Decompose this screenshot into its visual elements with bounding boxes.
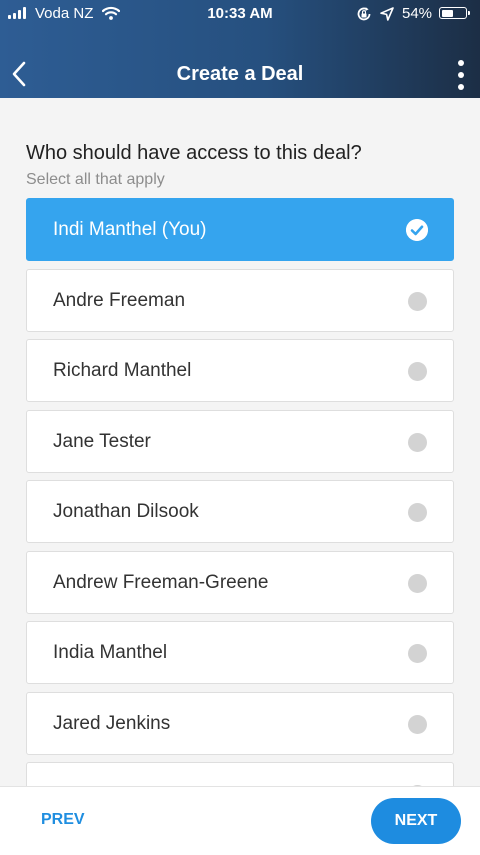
battery-level xyxy=(441,9,454,17)
option-row[interactable]: Jane Tester xyxy=(26,410,454,473)
option-label: Jonathan Dilsook xyxy=(53,501,199,522)
app-header: Voda NZ 10:33 AM 54% Create a Deal xyxy=(0,0,480,98)
battery-percent: 54% xyxy=(402,5,433,22)
option-label: Andrew Freeman-Greene xyxy=(53,572,269,593)
option-label: Andre Freeman xyxy=(53,290,186,311)
option-row[interactable]: Jared Jenkins xyxy=(26,692,454,755)
unselected-radio-icon[interactable] xyxy=(408,362,427,381)
next-button[interactable]: NEXT xyxy=(371,798,461,844)
location-icon xyxy=(380,7,394,21)
status-bar: Voda NZ 10:33 AM 54% xyxy=(0,0,480,28)
prev-button[interactable]: PREV xyxy=(41,811,85,829)
option-label: Indi Manthel (You) xyxy=(53,219,207,240)
unselected-radio-icon[interactable] xyxy=(408,292,427,311)
unselected-radio-icon[interactable] xyxy=(408,574,427,593)
option-label: Jane Tester xyxy=(53,431,151,452)
access-question: Who should have access to this deal? xyxy=(26,142,362,164)
option-row[interactable]: Jonathan Dilsook xyxy=(26,480,454,543)
option-row[interactable]: Andre Freeman xyxy=(26,269,454,332)
option-row[interactable]: Andrew Freeman-Greene xyxy=(26,551,454,614)
orientation-lock-icon xyxy=(357,7,371,21)
unselected-radio-icon[interactable] xyxy=(408,503,427,522)
option-label: Jared Jenkins xyxy=(53,713,171,734)
unselected-radio-icon[interactable] xyxy=(408,644,427,663)
checkmark-icon[interactable] xyxy=(406,219,428,241)
option-label: Richard Manthel xyxy=(53,360,192,381)
option-label: India Manthel xyxy=(53,642,168,663)
page-title: Create a Deal xyxy=(176,63,304,85)
unselected-radio-icon[interactable] xyxy=(408,433,427,452)
unselected-radio-icon[interactable] xyxy=(408,715,427,734)
more-vertical-icon[interactable] xyxy=(452,58,470,92)
option-row[interactable]: India Manthel xyxy=(26,621,454,684)
select-hint: Select all that apply xyxy=(26,171,165,188)
option-row[interactable]: Richard Manthel xyxy=(26,339,454,402)
footer-bar: PREV NEXT xyxy=(0,786,480,855)
battery-icon xyxy=(439,7,470,19)
option-row[interactable]: Indi Manthel (You) xyxy=(26,198,454,261)
